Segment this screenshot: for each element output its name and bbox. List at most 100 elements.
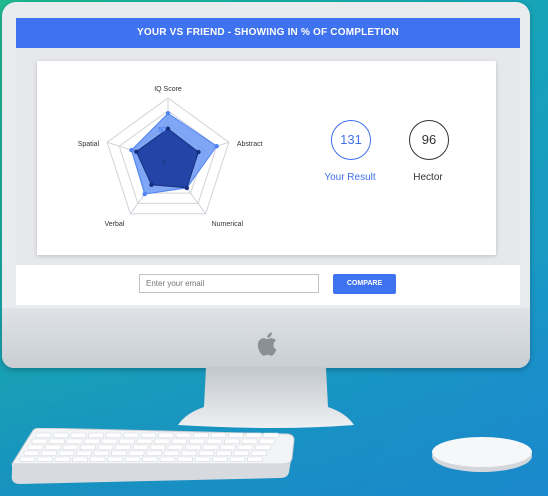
your-score-label: Your Result <box>324 172 376 183</box>
keyboard-key <box>229 456 246 462</box>
keyboard-key <box>23 450 40 456</box>
radar-point <box>149 182 154 187</box>
radar-point <box>142 191 147 197</box>
radar-axis-label: Verbal <box>105 221 125 228</box>
keyboard-key <box>189 438 205 444</box>
keyboard-key <box>88 432 104 438</box>
keyboard-key <box>146 450 162 456</box>
keyboard-key <box>228 432 244 438</box>
keyboard-key <box>167 444 184 450</box>
email-input[interactable] <box>139 274 319 293</box>
keyboard-key <box>53 432 69 438</box>
your-score-badge: 131 <box>331 120 371 160</box>
keyboard-key <box>142 456 158 462</box>
radar-point <box>196 149 201 155</box>
keyboard-key <box>66 438 83 444</box>
keyboard-key <box>89 456 106 462</box>
radar-point <box>129 147 134 153</box>
keyboard-key <box>175 432 192 438</box>
keyboard-key <box>206 438 223 444</box>
keyboard-key <box>259 438 275 444</box>
keyboard-key <box>31 438 48 444</box>
keyboard <box>11 428 295 484</box>
keyboard-key <box>194 456 211 462</box>
keyboard-key <box>159 456 176 462</box>
keyboard-key <box>37 456 53 462</box>
compare-button[interactable]: COMPARE <box>333 274 396 294</box>
radar-axis-label: Abstract <box>237 141 263 148</box>
keyboard-key <box>202 444 219 450</box>
keyboard-key <box>128 450 145 456</box>
keyboard-key <box>216 450 232 456</box>
keyboard-key <box>171 438 188 444</box>
app-screen: YOUR VS FRIEND - SHOWING IN % OF COMPLET… <box>16 18 520 305</box>
page-title: YOUR VS FRIEND - SHOWING IN % OF COMPLET… <box>16 18 520 48</box>
radar-point <box>165 126 171 131</box>
keyboard-key <box>76 450 92 456</box>
radar-scale-label: 50 <box>158 127 166 134</box>
keyboard-key <box>19 456 36 462</box>
keyboard-key <box>123 432 139 438</box>
keyboard-key <box>84 438 100 444</box>
keyboard-key <box>58 450 75 456</box>
mouse <box>432 437 532 472</box>
monitor: YOUR VS FRIEND - SHOWING IN % OF COMPLET… <box>2 2 530 368</box>
keyboard-key <box>105 432 122 438</box>
keyboard-key <box>45 444 61 450</box>
keyboard-key <box>93 450 110 456</box>
keyboard-key <box>140 432 157 438</box>
keyboard-key <box>136 438 153 444</box>
radar-axis-label: IQ Score <box>154 86 182 93</box>
keyboard-key <box>177 456 193 462</box>
keyboard-key <box>80 444 96 450</box>
keyboard-key <box>97 444 114 450</box>
keyboard-key <box>163 450 180 456</box>
keyboard-key <box>237 444 254 450</box>
friend-score-badge: 96 <box>409 120 449 160</box>
keyboard-key <box>119 438 135 444</box>
radar-point <box>134 149 139 154</box>
keyboard-key <box>193 432 209 438</box>
radar-axis-label: Numerical <box>212 221 244 228</box>
keyboard-key <box>245 432 262 438</box>
radar-point <box>214 143 219 149</box>
keyboard-key <box>132 444 149 450</box>
monitor-stand <box>178 367 354 428</box>
keyboard-key <box>212 456 228 462</box>
keyboard-key <box>185 444 201 450</box>
keyboard-key <box>255 444 271 450</box>
keyboard-key <box>54 456 71 462</box>
keyboard-key <box>247 456 263 462</box>
keyboard-key <box>181 450 197 456</box>
keyboard-key <box>72 456 88 462</box>
keyboard-key <box>198 450 215 456</box>
keyboard-key <box>49 438 65 444</box>
radar-point <box>165 111 171 116</box>
keyboard-key <box>241 438 258 444</box>
keyboard-key <box>111 450 127 456</box>
keyboard-key <box>210 432 227 438</box>
keyboard-key <box>41 450 57 456</box>
keyboard-key <box>27 444 44 450</box>
keyboard-key <box>124 456 141 462</box>
keyboard-key <box>158 432 174 438</box>
radar-point <box>184 185 190 191</box>
compare-bar: COMPARE <box>16 265 520 305</box>
keyboard-key <box>263 432 279 438</box>
keyboard-key <box>150 444 166 450</box>
keyboard-key <box>35 432 52 438</box>
radar-chart: 500IQ ScoreAbstractNumericalVerbalSpatia… <box>78 86 263 228</box>
keyboard-key <box>251 450 267 456</box>
apple-logo-icon <box>257 332 277 356</box>
keyboard-key <box>101 438 118 444</box>
keyboard-key <box>107 456 123 462</box>
keyboard-key <box>233 450 250 456</box>
friend-score-label: Hector <box>413 172 443 183</box>
keyboard-key <box>220 444 236 450</box>
keyboard-key <box>70 432 87 438</box>
radar-axis-label: Spatial <box>78 141 100 148</box>
keyboard-key <box>224 438 240 444</box>
results-card: 50 0 IQ Score Abstract Numerical Verbal Spatia… <box>37 61 496 255</box>
keyboard-key <box>62 444 79 450</box>
keyboard-key <box>154 438 170 444</box>
